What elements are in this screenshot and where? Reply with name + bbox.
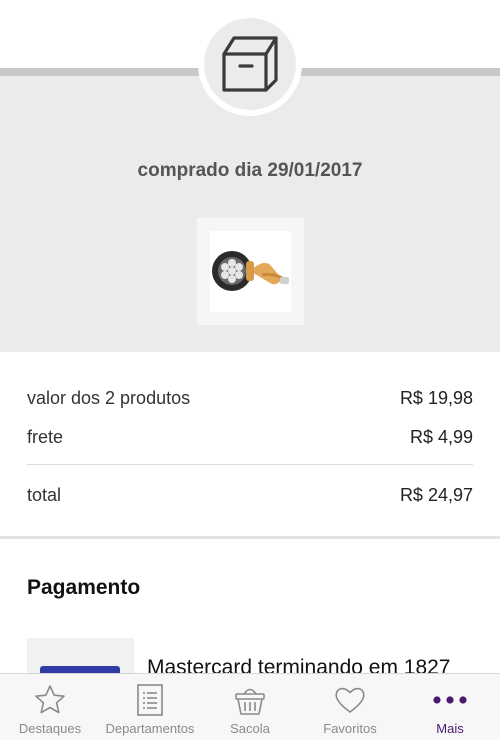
total-row: total R$ 24,97 (27, 485, 473, 506)
nav-item-favoritos[interactable]: Favoritos (300, 674, 400, 740)
nav-label: Departamentos (105, 721, 195, 736)
box-icon (204, 18, 296, 110)
order-summary-header: comprado dia 29/01/2017 (0, 0, 500, 352)
products-value-amount: R$ 19,98 (399, 388, 473, 408)
nav-item-mais[interactable]: Mais (400, 674, 500, 740)
nav-item-destaques[interactable]: Destaques (0, 674, 100, 740)
order-values: valor dos 2 produtos R$ 19,98 frete R$ 4… (0, 352, 500, 537)
section-divider (0, 536, 500, 539)
order-date: comprado dia 29/01/2017 (137, 160, 363, 181)
total-label: total (27, 485, 62, 505)
payment-title: Pagamento (27, 576, 141, 599)
star-icon (33, 683, 67, 717)
values-divider (27, 464, 473, 465)
nav-item-departamentos[interactable]: Departamentos (100, 674, 200, 740)
list-icon (133, 683, 167, 717)
basket-icon (233, 683, 267, 717)
shipping-amount: R$ 4,99 (409, 427, 473, 447)
nav-label: Sacola (230, 721, 270, 736)
nav-label: Destaques (18, 721, 82, 736)
heart-icon (333, 683, 367, 717)
total-amount: R$ 24,97 (399, 485, 473, 505)
more-dots-icon (430, 683, 470, 717)
bottom-navigation: Destaques Departamentos Sacola Favoritos… (0, 673, 500, 740)
products-value-row: valor dos 2 produtos R$ 19,98 (27, 388, 473, 409)
flashlight-product-image[interactable] (210, 231, 291, 312)
products-value-label: valor dos 2 produtos (27, 388, 191, 408)
shipping-row: frete R$ 4,99 (27, 427, 473, 448)
shipping-label: frete (27, 427, 64, 447)
nav-label: Favoritos (323, 721, 377, 736)
nav-item-sacola[interactable]: Sacola (200, 674, 300, 740)
nav-label: Mais (436, 721, 464, 736)
